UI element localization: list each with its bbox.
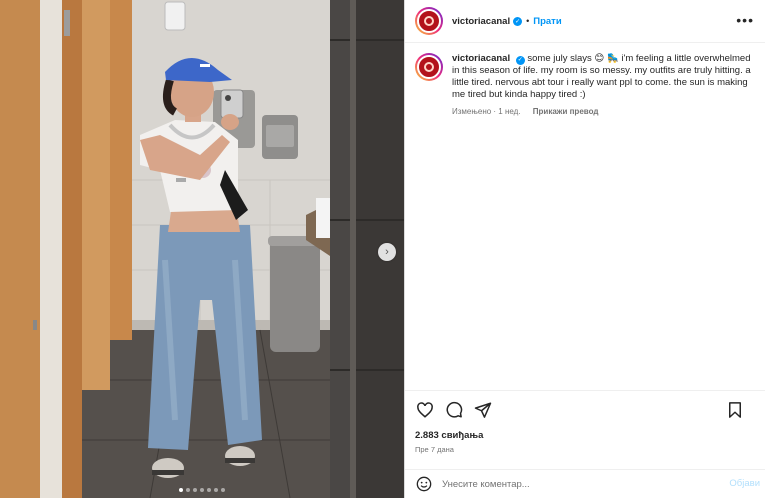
avatar-logo-icon	[424, 16, 434, 26]
carousel-dot	[186, 488, 190, 492]
post-header: victoriacanal ✓ • Прати •••	[405, 0, 765, 43]
verified-badge-icon: ✓	[515, 55, 525, 65]
post-side-panel: victoriacanal ✓ • Прати ••• victoriacana…	[404, 0, 765, 498]
see-translation-link[interactable]: Прикажи превод	[533, 107, 599, 116]
caption: victoriacanal ✓ some july slays 😊 🛼 i'm …	[415, 53, 755, 116]
carousel-next-button[interactable]: ›	[378, 243, 396, 261]
carousel-dot	[221, 488, 225, 492]
carousel-dot	[214, 488, 218, 492]
save-button[interactable]	[725, 400, 745, 420]
share-icon	[474, 402, 492, 418]
post-date[interactable]: Пре 7 дана	[415, 445, 454, 454]
likes-count[interactable]: 2.883 свиђања	[415, 430, 483, 441]
more-options-icon[interactable]: •••	[736, 13, 754, 27]
carousel-dot	[193, 488, 197, 492]
divider	[405, 390, 765, 391]
like-button[interactable]	[415, 400, 435, 420]
avatar-logo-icon	[424, 62, 434, 72]
carousel-dot	[207, 488, 211, 492]
post-photo	[0, 0, 404, 498]
caption-edited: Измењено · 1 нед.	[452, 107, 521, 116]
post-media: ›	[0, 0, 404, 498]
caption-text-block: victoriacanal ✓ some july slays 😊 🛼 i'm …	[452, 53, 752, 101]
caption-avatar[interactable]	[415, 53, 443, 81]
verified-badge-icon: ✓	[513, 16, 523, 26]
header-separator: •	[526, 16, 530, 26]
divider	[405, 469, 765, 470]
comment-icon	[446, 401, 463, 418]
header-username[interactable]: victoriacanal	[452, 16, 510, 27]
comment-button[interactable]	[444, 400, 464, 420]
caption-username[interactable]: victoriacanal	[452, 53, 510, 64]
instagram-post: › victoriacanal ✓ • Прати ••• victoriaca…	[0, 0, 765, 498]
follow-button[interactable]: Прати	[533, 16, 561, 27]
avatar[interactable]	[415, 7, 443, 35]
comment-bar: Објави	[415, 474, 760, 494]
action-bar	[415, 399, 760, 421]
bookmark-icon	[729, 402, 741, 418]
caption-meta: Измењено · 1 нед. Прикажи превод	[452, 107, 752, 116]
carousel-dots	[0, 488, 404, 492]
heart-icon	[417, 402, 433, 418]
post-comment-button[interactable]: Објави	[729, 478, 760, 489]
emoji-icon	[416, 476, 432, 492]
comment-input[interactable]	[442, 478, 712, 490]
share-button[interactable]	[473, 400, 493, 420]
carousel-dot	[179, 488, 183, 492]
carousel-dot	[200, 488, 204, 492]
emoji-button[interactable]	[415, 475, 433, 493]
chevron-right-icon: ›	[385, 246, 389, 258]
